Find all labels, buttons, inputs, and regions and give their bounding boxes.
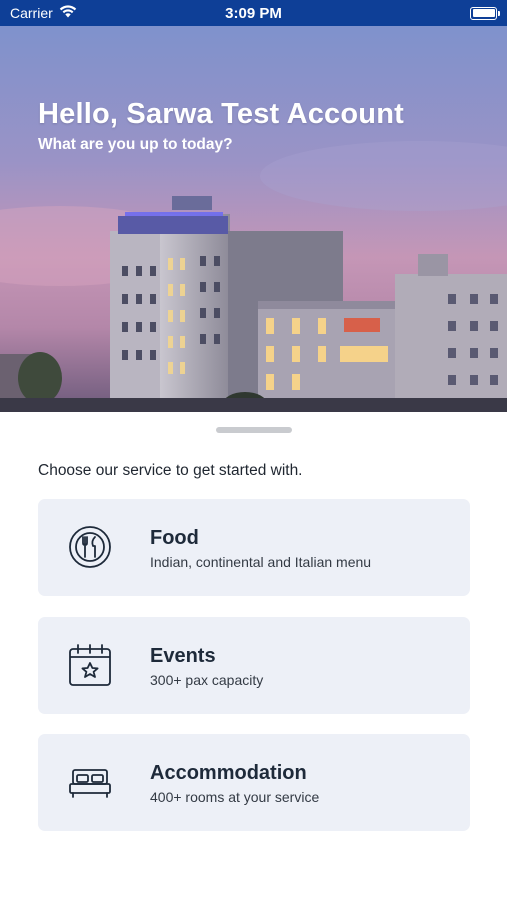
services-sheet: Choose our service to get started with. … — [0, 412, 507, 900]
wifi-icon — [59, 5, 77, 21]
greeting-subtitle: What are you up to today? — [38, 136, 233, 153]
battery-icon — [470, 6, 500, 20]
service-card-accommodation[interactable]: Accommodation 400+ rooms at your service — [38, 734, 470, 831]
greeting-title: Hello, Sarwa Test Account — [38, 98, 404, 130]
hero-banner: Hello, Sarwa Test Account What are you u… — [0, 26, 507, 412]
carrier-label: Carrier — [10, 5, 53, 21]
bed-icon — [68, 760, 112, 804]
service-description: 300+ pax capacity — [150, 672, 264, 688]
service-title: Accommodation — [150, 762, 307, 784]
service-card-food[interactable]: Food Indian, continental and Italian men… — [38, 499, 470, 596]
hotel-photo — [0, 26, 507, 412]
plate-fork-spoon-icon — [68, 525, 112, 569]
status-left: Carrier — [10, 5, 77, 21]
status-bar: Carrier 3:09 PM — [0, 0, 507, 26]
service-card-events[interactable]: Events 300+ pax capacity — [38, 617, 470, 714]
service-title: Food — [150, 527, 199, 549]
services-prompt: Choose our service to get started with. — [38, 462, 303, 479]
service-description: 400+ rooms at your service — [150, 789, 320, 805]
sheet-drag-handle[interactable] — [216, 427, 292, 433]
calendar-star-icon — [68, 643, 112, 687]
service-title: Events — [150, 645, 216, 667]
service-description: Indian, continental and Italian menu — [150, 554, 372, 570]
